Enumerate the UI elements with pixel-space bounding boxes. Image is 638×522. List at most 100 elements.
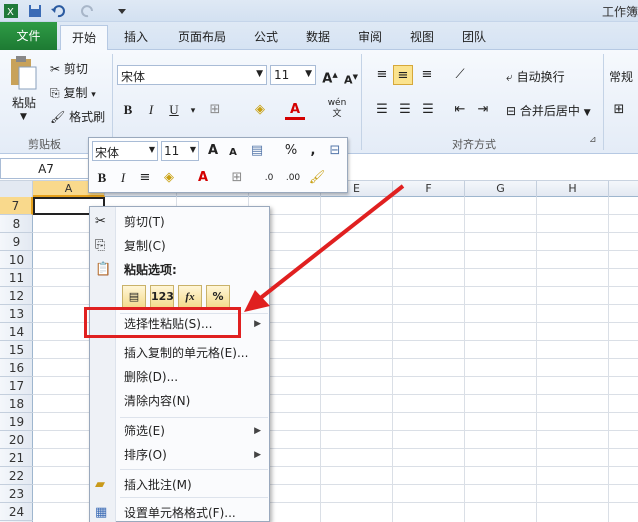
mini-border-icon[interactable]: ⊞ xyxy=(227,168,247,188)
paste-formatting-button[interactable]: % xyxy=(206,285,230,309)
tab-insert[interactable]: 插入 xyxy=(116,25,156,50)
select-all-corner[interactable] xyxy=(0,181,33,197)
undo-icon[interactable] xyxy=(50,3,66,19)
number-format-select[interactable]: 常规 xyxy=(609,68,633,85)
row-header[interactable]: 15 xyxy=(0,341,33,359)
row-header[interactable]: 24 xyxy=(0,503,33,521)
grow-font-icon[interactable]: A▲ xyxy=(320,65,340,86)
redo-icon[interactable] xyxy=(80,3,96,19)
accounting-icon[interactable]: ⊞ xyxy=(609,100,629,120)
format-painter-icon[interactable]: 🖌 xyxy=(307,168,327,188)
paste-button[interactable]: 粘贴 xyxy=(12,94,36,111)
align-bottom-icon[interactable]: ≡ xyxy=(417,65,437,85)
row-header[interactable]: 14 xyxy=(0,323,33,341)
tab-file[interactable]: 文件 xyxy=(0,22,57,50)
row-header[interactable]: 13 xyxy=(0,305,33,323)
number-format-icon[interactable]: ⊟ xyxy=(325,141,345,161)
mini-italic-button[interactable]: I xyxy=(113,168,133,188)
wrap-text-button[interactable]: ⤶ 自动换行 xyxy=(506,68,565,85)
column-header-h[interactable]: H xyxy=(537,181,609,197)
underline-dropdown-icon[interactable]: ▾ xyxy=(183,101,203,121)
align-center-icon[interactable]: ☰ xyxy=(395,100,415,120)
row-header[interactable]: 10 xyxy=(0,251,33,269)
fill-color-icon[interactable]: ◈ xyxy=(250,100,270,120)
row-header[interactable]: 18 xyxy=(0,395,33,413)
bold-button[interactable]: B xyxy=(118,100,138,120)
cut-button[interactable]: ✂ 剪切 xyxy=(50,60,88,77)
merge-center-button[interactable]: ⊟ 合并后居中 ▼ xyxy=(506,102,591,119)
mini-font-color-icon[interactable]: A xyxy=(193,168,213,188)
menu-format-cells[interactable]: 设置单元格格式(F)... xyxy=(124,503,236,522)
row-header[interactable]: 20 xyxy=(0,431,33,449)
tab-view[interactable]: 视图 xyxy=(402,25,442,50)
row-header[interactable]: 12 xyxy=(0,287,33,305)
scissors-icon: ✂ xyxy=(50,62,61,76)
menu-sort[interactable]: 排序(O) xyxy=(124,445,167,465)
paste-values-button[interactable]: 123 xyxy=(150,285,174,309)
mini-center-icon[interactable]: ≡ xyxy=(135,168,155,188)
align-right-icon[interactable]: ☰ xyxy=(418,100,438,120)
row-header[interactable]: 17 xyxy=(0,377,33,395)
mini-font-select[interactable]: 宋体 ▼ xyxy=(92,141,158,161)
menu-clear-contents[interactable]: 清除内容(N) xyxy=(124,391,190,411)
tab-home[interactable]: 开始 xyxy=(60,25,108,50)
decrease-decimal-icon[interactable]: .00 xyxy=(283,168,303,188)
italic-button[interactable]: I xyxy=(141,100,161,120)
mini-bold-button[interactable]: B xyxy=(92,168,112,188)
row-header[interactable]: 21 xyxy=(0,449,33,467)
align-middle-icon[interactable]: ≡ xyxy=(393,65,413,85)
accounting-format-icon[interactable]: ▤ xyxy=(247,141,267,161)
mini-size-select[interactable]: 11 ▼ xyxy=(161,141,199,161)
border-icon[interactable]: ⊞ xyxy=(205,100,225,120)
paste-dropdown-icon[interactable]: ▼ xyxy=(20,112,27,122)
orientation-icon[interactable]: ⟋ xyxy=(450,65,470,85)
tab-formulas[interactable]: 公式 xyxy=(246,25,286,50)
tab-team[interactable]: 团队 xyxy=(454,25,494,50)
shrink-font-icon[interactable]: A xyxy=(223,143,243,163)
row-header[interactable]: 8 xyxy=(0,215,33,233)
row-header[interactable]: 9 xyxy=(0,233,33,251)
tab-review[interactable]: 审阅 xyxy=(350,25,390,50)
row-header[interactable]: 11 xyxy=(0,269,33,287)
menu-delete[interactable]: 删除(D)... xyxy=(124,367,178,387)
column-header-g[interactable]: G xyxy=(465,181,537,197)
underline-button[interactable]: U xyxy=(164,100,184,120)
align-top-icon[interactable]: ≡ xyxy=(372,65,392,85)
paste-icon[interactable] xyxy=(8,55,38,91)
menu-cut[interactable]: 剪切(T) xyxy=(124,212,165,232)
name-box[interactable]: A7 xyxy=(0,158,92,179)
column-header-f[interactable]: F xyxy=(393,181,465,197)
font-name-select[interactable]: 宋体 ▼ xyxy=(117,65,267,85)
row-header[interactable]: 16 xyxy=(0,359,33,377)
row-header[interactable]: 22 xyxy=(0,467,33,485)
paste-formulas-button[interactable]: fx xyxy=(178,285,202,309)
tab-data[interactable]: 数据 xyxy=(298,25,338,50)
grow-font-icon[interactable]: A xyxy=(203,141,223,161)
font-color-button[interactable]: A xyxy=(285,100,305,120)
menu-copy[interactable]: 复制(C) xyxy=(124,236,166,256)
paste-default-button[interactable]: ▤ xyxy=(122,285,146,309)
decrease-indent-icon[interactable]: ⇤ xyxy=(450,100,470,120)
row-header[interactable]: 7 xyxy=(0,197,33,215)
menu-filter[interactable]: 筛选(E) xyxy=(124,421,165,441)
comma-button[interactable]: , xyxy=(303,141,323,161)
mini-fill-color-icon[interactable]: ◈ xyxy=(159,168,179,188)
alignment-launcher-icon[interactable]: ⊿ xyxy=(589,135,597,145)
shrink-font-icon[interactable]: A▼ xyxy=(341,67,361,87)
copy-button[interactable]: ⎘ 复制 ▾ xyxy=(50,84,96,101)
grid-line xyxy=(392,197,393,522)
customize-qat-icon[interactable] xyxy=(114,3,130,19)
increase-indent-icon[interactable]: ⇥ xyxy=(473,100,493,120)
increase-decimal-icon[interactable]: .0 xyxy=(259,168,279,188)
save-icon[interactable] xyxy=(27,3,43,19)
percent-button[interactable]: % xyxy=(281,141,301,161)
phonetic-icon[interactable]: wén 文 xyxy=(327,98,347,119)
menu-insert-copied-cells[interactable]: 插入复制的单元格(E)... xyxy=(124,343,248,363)
row-header[interactable]: 19 xyxy=(0,413,33,431)
font-size-select[interactable]: 11 ▼ xyxy=(270,65,316,85)
tab-page-layout[interactable]: 页面布局 xyxy=(170,25,234,50)
row-header[interactable]: 23 xyxy=(0,485,33,503)
menu-insert-comment[interactable]: 插入批注(M) xyxy=(124,475,192,495)
format-painter-button[interactable]: 🖌 格式刷 xyxy=(50,108,105,125)
align-left-icon[interactable]: ☰ xyxy=(372,100,392,120)
